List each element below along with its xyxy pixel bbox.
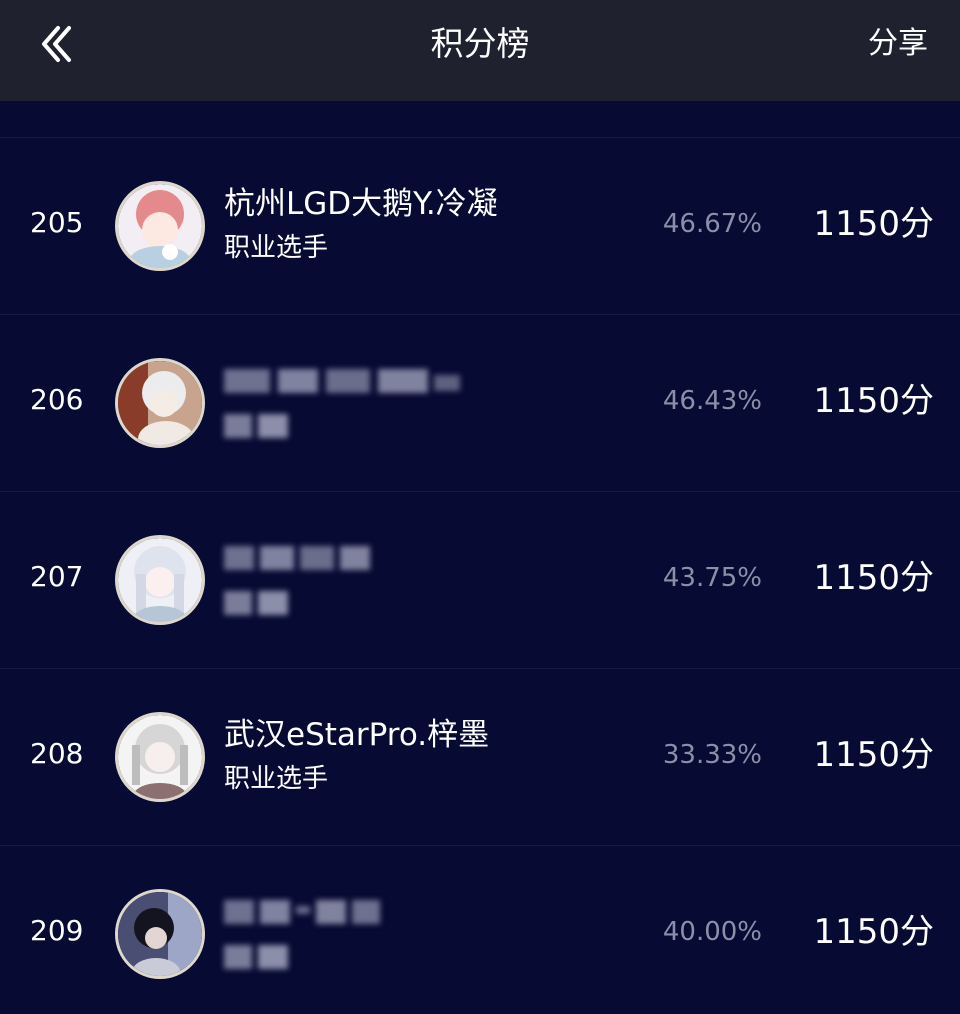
share-button[interactable]: 分享: [868, 22, 928, 66]
leaderboard-row[interactable]: 208 武汉eStarPro.梓墨 职业选手 33.33% 1150分: [0, 669, 960, 846]
rank-number: 207: [30, 560, 84, 593]
rank-number: 209: [30, 914, 84, 947]
leaderboard-row[interactable]: 207 43.75% 1150分: [0, 492, 960, 669]
avatar: [115, 181, 205, 271]
leaderboard-row[interactable]: 206 46.43% 1150分: [0, 315, 960, 492]
blurred-role-placeholder: [224, 414, 288, 438]
score: 1150分: [813, 735, 934, 775]
score: 1150分: [813, 912, 934, 952]
player-role-obscured: [224, 408, 294, 451]
list-top-divider: [0, 101, 960, 138]
rank-number: 206: [30, 383, 84, 416]
score: 1150分: [813, 381, 934, 421]
leaderboard-list: 205 杭州LGD大鹅Y.冷凝 职业选手 46.67% 1150分 206 46…: [0, 101, 960, 1014]
avatar: [115, 535, 205, 625]
win-rate: 33.33%: [662, 740, 762, 770]
leaderboard-row[interactable]: 205 杭州LGD大鹅Y.冷凝 职业选手 46.67% 1150分: [0, 138, 960, 315]
blurred-name-placeholder: [224, 900, 380, 924]
blurred-role-placeholder: [224, 591, 288, 615]
player-name-obscured: [224, 361, 464, 411]
player-name: 杭州LGD大鹅Y.冷凝: [224, 186, 498, 222]
avatar: [115, 712, 205, 802]
blurred-name-placeholder: [224, 369, 460, 393]
score: 1150分: [813, 204, 934, 244]
blurred-name-placeholder: [224, 546, 370, 570]
avatar: [115, 358, 205, 448]
score: 1150分: [813, 558, 934, 598]
rank-number: 205: [30, 206, 84, 239]
player-name-obscured: [224, 892, 384, 942]
player-role-obscured: [224, 939, 294, 982]
win-rate: 46.43%: [662, 386, 762, 416]
player-role: 职业选手: [224, 764, 329, 794]
win-rate: 40.00%: [662, 917, 762, 947]
win-rate: 46.67%: [662, 209, 762, 239]
win-rate: 43.75%: [662, 563, 762, 593]
top-bar: 积分榜 分享: [0, 0, 960, 101]
page-title: 积分榜: [430, 24, 530, 63]
rank-number: 208: [30, 737, 84, 770]
player-name-obscured: [224, 538, 374, 588]
blurred-role-placeholder: [224, 945, 288, 969]
avatar: [115, 889, 205, 979]
player-name: 武汉eStarPro.梓墨: [224, 717, 490, 753]
player-role-obscured: [224, 585, 294, 628]
leaderboard-row[interactable]: 209 40.00% 1150分: [0, 846, 960, 1014]
player-role: 职业选手: [224, 233, 329, 263]
